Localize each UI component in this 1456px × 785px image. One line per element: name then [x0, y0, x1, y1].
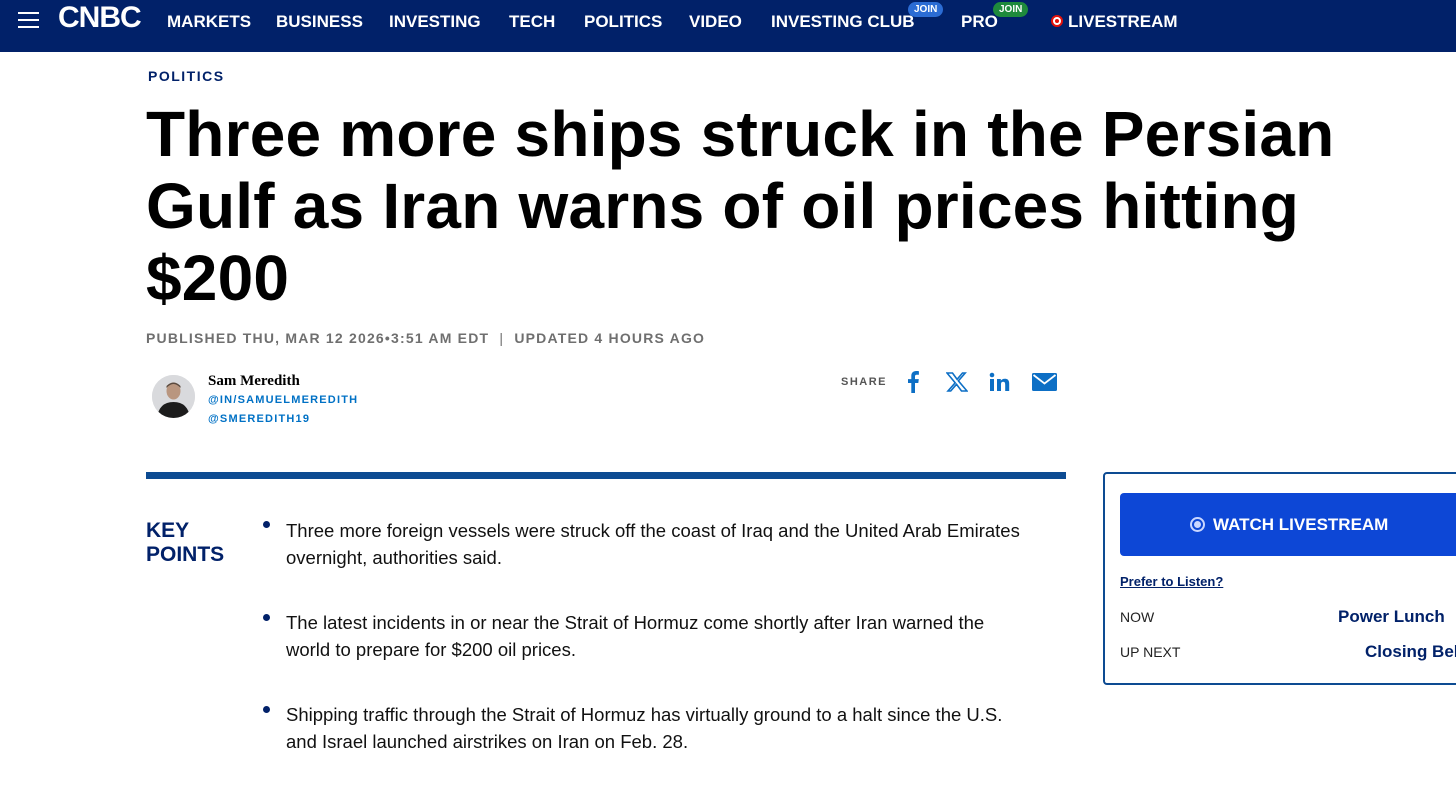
key-point-item: Shipping traffic through the Strait of H…: [286, 704, 1003, 752]
section-eyebrow[interactable]: POLITICS: [148, 68, 225, 84]
publish-info: PUBLISHED THU, MAR 12 2026•3:51 AM EDT |…: [146, 330, 705, 346]
nav-item-pro[interactable]: PRO: [961, 12, 998, 32]
key-point-item: The latest incidents in or near the Stra…: [286, 612, 985, 660]
prefer-to-listen-link[interactable]: Prefer to Listen?: [1120, 574, 1223, 589]
bullet-icon: [263, 614, 270, 621]
key-points-heading-line2: POINTS: [146, 543, 225, 566]
pro-join-badge[interactable]: JOIN: [993, 2, 1029, 17]
top-nav: CNBC MARKETS BUSINESS INVESTING TECH POL…: [0, 0, 1456, 52]
nav-item-politics[interactable]: POLITICS: [584, 12, 662, 32]
key-points-heading-line1: KEY: [146, 519, 190, 542]
facebook-icon[interactable]: [900, 370, 926, 394]
author-linkedin-handle[interactable]: @IN/SAMUELMEREDITH: [208, 394, 358, 406]
cnbc-logo[interactable]: CNBC: [58, 1, 142, 35]
author-name[interactable]: Sam Meredith: [208, 373, 300, 390]
schedule-now-show[interactable]: Power Lunch: [1338, 607, 1445, 627]
email-icon[interactable]: [1031, 370, 1057, 394]
nav-item-investing[interactable]: INVESTING: [389, 12, 481, 32]
date-separator: |: [499, 330, 505, 346]
schedule-next-label: UP NEXT: [1120, 644, 1181, 660]
live-dot-icon: [1051, 15, 1063, 27]
schedule-next-show[interactable]: Closing Bell: [1365, 642, 1456, 662]
bullet-icon: [263, 521, 270, 528]
nav-item-markets[interactable]: MARKETS: [167, 12, 251, 32]
hamburger-icon[interactable]: [18, 10, 40, 30]
nav-item-investing-club[interactable]: INVESTING CLUB: [771, 12, 915, 32]
share-label: SHARE: [841, 376, 888, 388]
article-headline: Three more ships struck in the Persian G…: [146, 98, 1335, 314]
key-points-heading: KEY POINTS: [146, 519, 246, 567]
schedule-now-label: NOW: [1120, 609, 1155, 625]
nav-item-tech[interactable]: TECH: [509, 12, 555, 32]
author-twitter-handle[interactable]: @SMEREDITH19: [208, 413, 310, 425]
x-icon[interactable]: [944, 370, 970, 394]
published-date: PUBLISHED THU, MAR 12 2026•3:51 AM EDT: [146, 330, 490, 346]
broadcast-icon: [1190, 517, 1205, 532]
key-points-divider: [146, 472, 1066, 479]
nav-item-business[interactable]: BUSINESS: [276, 12, 363, 32]
key-point-item: Three more foreign vessels were struck o…: [286, 520, 1020, 568]
updated-time: UPDATED 4 HOURS AGO: [514, 330, 706, 346]
nav-item-video[interactable]: VIDEO: [689, 12, 742, 32]
bullet-icon: [263, 706, 270, 713]
investing-club-join-badge[interactable]: JOIN: [908, 2, 944, 17]
author-avatar[interactable]: [152, 375, 195, 418]
linkedin-icon[interactable]: [987, 370, 1013, 394]
nav-item-livestream[interactable]: LIVESTREAM: [1068, 12, 1178, 32]
watch-livestream-label[interactable]: WATCH LIVESTREAM: [1213, 515, 1388, 535]
